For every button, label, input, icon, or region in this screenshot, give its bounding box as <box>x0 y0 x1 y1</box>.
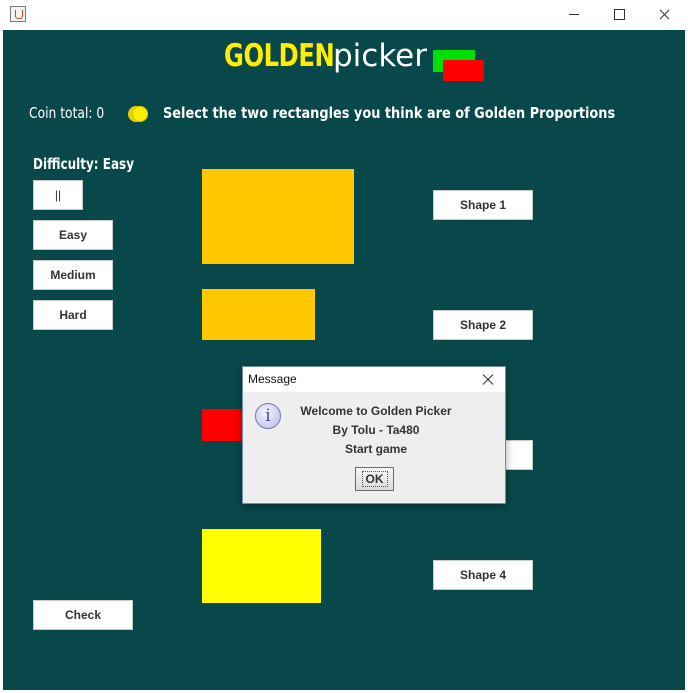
title-golden: GOLDEN <box>224 38 335 74</box>
shape-2-button[interactable]: Shape 2 <box>433 310 533 340</box>
shape-4-rectangle <box>202 529 321 603</box>
difficulty-label: Difficulty: Easy <box>33 155 135 173</box>
shape-4-button[interactable]: Shape 4 <box>433 560 533 590</box>
instruction-text: Select the two rectangles you think are … <box>163 104 616 122</box>
dialog-message-line: Welcome to Golden Picker <box>300 404 452 418</box>
dialog-message-line: Start game <box>344 442 408 456</box>
ok-button[interactable]: OK <box>355 467 394 491</box>
medium-button[interactable]: Medium <box>33 260 113 290</box>
dialog-message-line: By Tolu - Ta480 <box>332 423 420 437</box>
window-title-bar <box>0 0 688 31</box>
check-button[interactable]: Check <box>33 600 133 630</box>
logo-red-rectangle <box>443 60 484 81</box>
title-picker: picker <box>333 38 427 74</box>
java-cup-icon <box>10 6 26 22</box>
dialog-title-bar: Message <box>243 367 505 392</box>
dialog-title: Message <box>248 372 297 386</box>
dialog-close-icon[interactable] <box>479 371 497 389</box>
close-icon[interactable] <box>642 0 688 30</box>
shape-2-rectangle <box>202 289 315 340</box>
maximize-icon[interactable] <box>597 0 643 30</box>
coin-total-label: Coin total: 0 <box>29 104 105 122</box>
game-canvas <box>3 30 685 690</box>
easy-button[interactable]: Easy <box>33 220 113 250</box>
shape-1-button[interactable]: Shape 1 <box>433 190 533 220</box>
message-dialog: Message i Welcome to Golden Picker By To… <box>242 366 506 504</box>
hard-button[interactable]: Hard <box>33 300 113 330</box>
shape-1-rectangle <box>202 169 354 264</box>
minimize-icon[interactable] <box>551 0 597 30</box>
ok-button-label: OK <box>361 471 388 487</box>
coin-icon <box>128 106 148 122</box>
pause-button[interactable]: || <box>33 180 83 210</box>
